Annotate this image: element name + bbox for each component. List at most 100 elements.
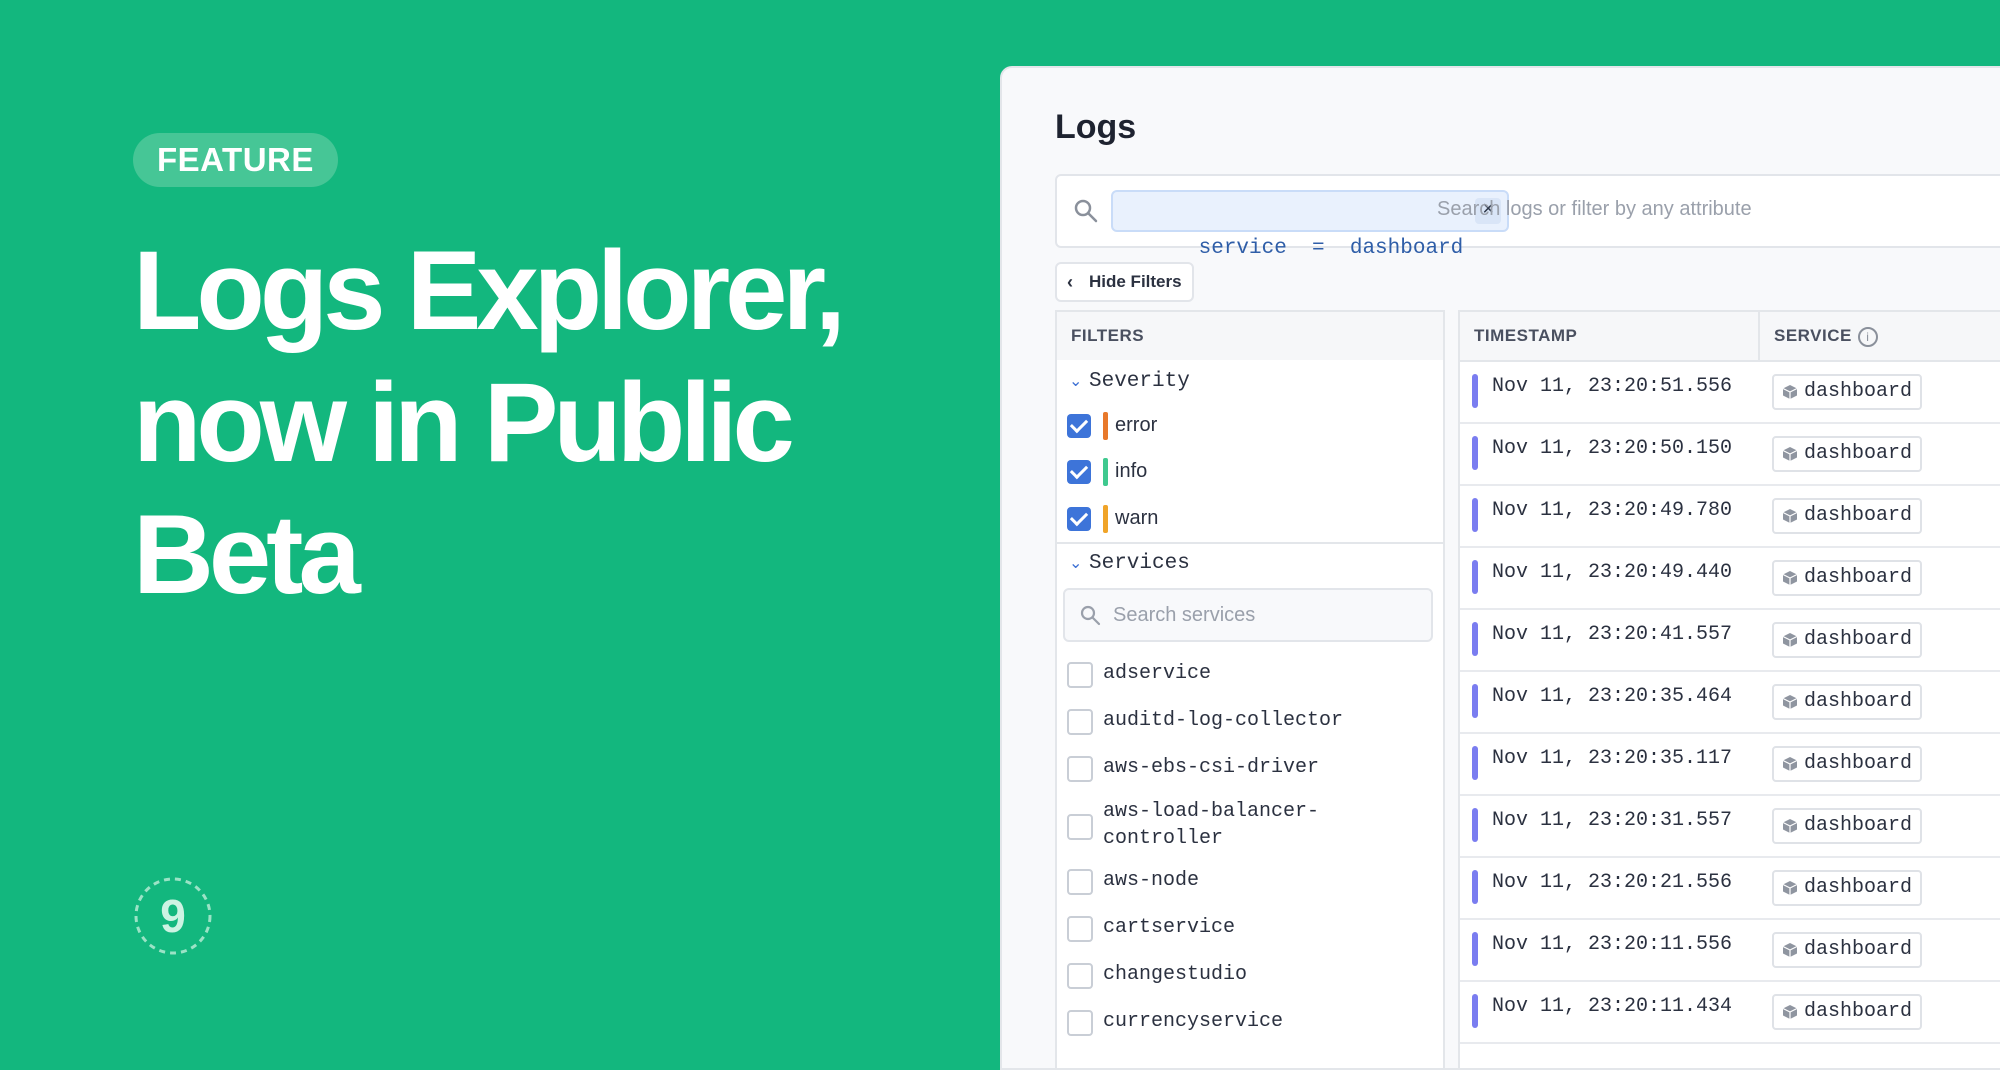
service-chip-label: dashboard [1804, 442, 1913, 465]
divider [1057, 542, 1443, 544]
log-level-indicator [1472, 436, 1478, 470]
svg-text:9: 9 [160, 890, 186, 942]
service-chip[interactable]: dashboard [1772, 994, 1923, 1030]
service-chip-label: dashboard [1804, 504, 1913, 527]
table-row[interactable]: Nov 11, 23:20:49.440 dashboard [1460, 548, 2000, 610]
service-chip[interactable]: dashboard [1772, 498, 1923, 534]
checkbox-warn[interactable] [1067, 507, 1091, 531]
checkbox[interactable] [1067, 662, 1093, 688]
log-level-indicator [1472, 374, 1478, 408]
cube-icon [1782, 509, 1798, 523]
table-row[interactable]: Nov 11, 23:20:11.434 dashboard [1460, 982, 2000, 1044]
headline-line-1: Logs Explorer, [133, 228, 846, 353]
service-chip[interactable]: dashboard [1772, 560, 1923, 596]
log-level-indicator [1472, 684, 1478, 718]
service-label: aws-node [1103, 869, 1200, 892]
info-icon[interactable]: i [1857, 326, 1878, 347]
checkbox-error[interactable] [1067, 414, 1091, 438]
search-input[interactable]: Search logs or filter by any attribute [1437, 198, 1752, 221]
service-chip[interactable]: dashboard [1772, 622, 1923, 658]
table-row[interactable]: Nov 11, 23:20:21.556 dashboard [1460, 858, 2000, 920]
cube-icon [1782, 695, 1798, 709]
services-group-toggle[interactable]: ⌄ Services [1069, 552, 1190, 575]
timestamp-cell: Nov 11, 23:20:41.557 [1492, 623, 1733, 646]
timestamp-cell: Nov 11, 23:20:49.440 [1492, 561, 1733, 584]
service-label: adservice [1103, 662, 1212, 685]
service-label: currencyservice [1103, 1010, 1284, 1033]
cube-icon [1782, 819, 1798, 833]
service-chip-label: dashboard [1804, 814, 1913, 837]
service-chip[interactable]: dashboard [1772, 808, 1923, 844]
chevron-down-icon: ⌄ [1069, 555, 1083, 572]
column-header-timestamp[interactable]: TIMESTAMP [1474, 312, 1577, 360]
timestamp-cell: Nov 11, 23:20:49.780 [1492, 499, 1733, 522]
service-chip-label: dashboard [1804, 752, 1913, 775]
checkbox[interactable] [1067, 756, 1093, 782]
service-label: auditd-log-collector [1103, 709, 1344, 732]
logs-app-window: Logs service = dashboard × Search logs o… [1000, 66, 2000, 1070]
severity-color-bar [1103, 505, 1108, 533]
table-row[interactable]: Nov 11, 23:20:35.117 dashboard [1460, 734, 2000, 796]
feature-badge: FEATURE [133, 133, 338, 187]
checkbox[interactable] [1067, 869, 1093, 895]
log-level-indicator [1472, 746, 1478, 780]
table-row[interactable]: Nov 11, 23:20:31.557 dashboard [1460, 796, 2000, 858]
checkbox[interactable] [1067, 963, 1093, 989]
cube-icon [1782, 757, 1798, 771]
service-label: aws-load-balancer- controller [1103, 800, 1320, 850]
checkbox-info[interactable] [1067, 460, 1091, 484]
service-chip[interactable]: dashboard [1772, 374, 1923, 410]
service-chip[interactable]: dashboard [1772, 436, 1923, 472]
timestamp-cell: Nov 11, 23:20:51.556 [1492, 375, 1733, 398]
log-search-bar[interactable]: service = dashboard × Search logs or fil… [1055, 174, 2000, 260]
severity-title: Severity [1089, 370, 1190, 393]
timestamp-cell: Nov 11, 23:20:21.556 [1492, 871, 1733, 894]
filters-header: FILTERS [1057, 312, 1443, 360]
timestamp-cell: Nov 11, 23:20:35.464 [1492, 685, 1733, 708]
cube-icon [1782, 447, 1798, 461]
checkbox[interactable] [1067, 916, 1093, 942]
table-row[interactable]: Nov 11, 23:20:51.556 dashboard [1460, 362, 2000, 424]
checkbox[interactable] [1067, 814, 1093, 840]
service-search-input[interactable]: Search services [1113, 604, 1255, 627]
severity-label: info [1115, 460, 1148, 482]
service-label: aws-ebs-csi-driver [1103, 756, 1320, 779]
cube-icon [1782, 881, 1798, 895]
search-icon [1080, 605, 1101, 626]
checkbox[interactable] [1067, 709, 1093, 735]
log-level-indicator [1472, 870, 1478, 904]
service-label: changestudio [1103, 963, 1248, 986]
services-title: Services [1089, 552, 1190, 575]
service-chip[interactable]: dashboard [1772, 870, 1923, 906]
table-row[interactable]: Nov 11, 23:20:50.150 dashboard [1460, 424, 2000, 486]
hide-filters-button[interactable]: ‹ Hide Filters [1055, 262, 1194, 302]
table-row[interactable]: Nov 11, 23:20:49.780 dashboard [1460, 486, 2000, 548]
service-chip[interactable]: dashboard [1772, 746, 1923, 782]
chevron-down-icon: ⌄ [1069, 373, 1083, 390]
log-level-indicator [1472, 560, 1478, 594]
log-level-indicator [1472, 994, 1478, 1028]
service-chip[interactable]: dashboard [1772, 932, 1923, 968]
timestamp-cell: Nov 11, 23:20:11.556 [1492, 933, 1733, 956]
severity-group-toggle[interactable]: ⌄ Severity [1069, 370, 1190, 393]
hide-filters-label: Hide Filters [1089, 272, 1182, 291]
service-label: cartservice [1103, 916, 1236, 939]
timestamp-cell: Nov 11, 23:20:11.434 [1492, 995, 1733, 1018]
headline-line-2: now in Public [133, 360, 795, 485]
filter-chip-label: service = dashboard [1198, 237, 1464, 260]
checkbox[interactable] [1067, 1010, 1093, 1036]
service-chip-label: dashboard [1804, 938, 1913, 961]
table-header: TIMESTAMP SERVICE i [1460, 312, 2000, 362]
table-row[interactable]: Nov 11, 23:20:11.556 dashboard [1460, 920, 2000, 982]
cube-icon [1782, 1005, 1798, 1019]
timestamp-cell: Nov 11, 23:20:50.150 [1492, 437, 1733, 460]
service-chip[interactable]: dashboard [1772, 684, 1923, 720]
cube-icon [1782, 943, 1798, 957]
service-search-field[interactable]: Search services [1063, 588, 1433, 642]
table-row[interactable]: Nov 11, 23:20:35.464 dashboard [1460, 672, 2000, 734]
table-row[interactable]: Nov 11, 23:20:41.557 dashboard [1460, 610, 2000, 672]
filters-panel: FILTERS ⌄ Severity error info warn ⌄ Servi… [1055, 310, 1445, 1068]
severity-label: warn [1115, 507, 1159, 529]
cube-icon [1782, 571, 1798, 585]
column-header-service[interactable]: SERVICE i [1774, 312, 1878, 360]
